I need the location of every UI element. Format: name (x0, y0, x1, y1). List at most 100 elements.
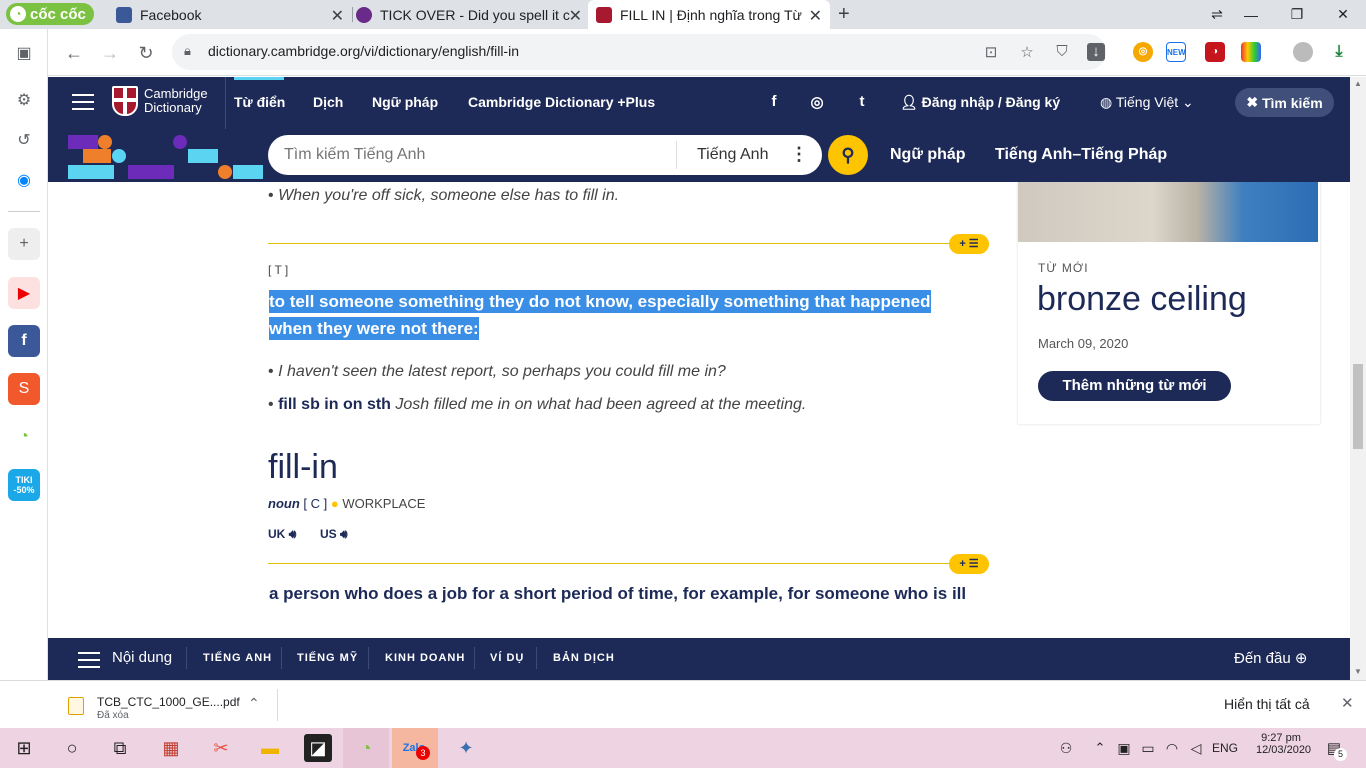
twitter-icon[interactable]: t (853, 93, 871, 110)
people-icon[interactable]: ⚇ (1052, 734, 1080, 762)
scrollbar-thumb[interactable] (1353, 364, 1363, 449)
input-language[interactable]: ENG (1212, 741, 1238, 755)
sticky-notes-icon[interactable]: ◪ (304, 734, 332, 762)
close-tab-icon[interactable]: ✕ (331, 6, 344, 26)
app-star-icon[interactable]: ✦ (452, 734, 480, 762)
new-word[interactable]: bronze ceiling (1037, 280, 1247, 319)
close-window-button[interactable]: ✕ (1320, 0, 1366, 29)
login-link[interactable]: 👤︎ Đăng nhập / Đăng ký (900, 94, 1060, 111)
nav-plus[interactable]: Cambridge Dictionary +Plus (468, 94, 655, 110)
extension-color-icon[interactable] (1241, 42, 1261, 62)
profile-avatar[interactable] (1293, 42, 1313, 62)
facebook-icon (116, 6, 132, 23)
speaker-icon[interactable]: 🔊︎ (340, 527, 348, 541)
nav-grammar[interactable]: Ngữ pháp (372, 94, 438, 110)
close-icon: ✖ (1246, 94, 1262, 110)
uk-pronunciation[interactable]: UK 🔊︎ (268, 527, 296, 542)
nav-examples[interactable]: VÍ DỤ (490, 652, 524, 664)
add-icon[interactable]: + (8, 228, 40, 260)
messenger-icon[interactable]: ◉ (8, 164, 40, 196)
nav-american[interactable]: TIẾNG MỸ (297, 652, 358, 664)
chevron-up-icon[interactable]: ⌃ (248, 695, 260, 712)
youtube-icon[interactable]: ▶ (8, 277, 40, 309)
menu-icon[interactable] (72, 94, 94, 110)
volume-icon[interactable]: ◁ (1182, 734, 1210, 762)
nav-translations[interactable]: BẢN DỊCH (553, 652, 615, 664)
coccoc-logo[interactable]: ◔ cốc cốc (6, 3, 94, 25)
sidebar-toggle-icon[interactable]: ▣ (8, 37, 40, 69)
facebook-icon[interactable]: f (8, 325, 40, 357)
cortana-search-icon[interactable]: ○ (58, 734, 86, 762)
app-snip-icon[interactable]: ✂ (207, 734, 235, 762)
search-header: Tiếng Anh ⋮ ⚲ Ngữ pháp Tiếng Anh–Tiếng P… (48, 129, 1350, 182)
browser-toolbar: ← → ↻ 🔒︎ dictionary.cambridge.org/vi/dic… (48, 29, 1366, 76)
file-explorer-icon[interactable]: ▬ (256, 734, 284, 762)
page-scrollbar[interactable]: ▲ ▼ (1350, 77, 1366, 680)
definition: a person who does a job for a short peri… (269, 584, 967, 603)
nav-translate[interactable]: Dịch (313, 94, 343, 110)
more-new-words-button[interactable]: Thêm những từ mới (1038, 371, 1231, 401)
close-tab-icon[interactable]: ✕ (569, 6, 582, 26)
dictionary-entry: • When you're off sick, someone else has… (48, 182, 1350, 638)
shield-icon[interactable]: ⛉ (1053, 43, 1071, 61)
subnav-english-french[interactable]: Tiếng Anh–Tiếng Pháp (995, 146, 1167, 164)
extension-new-icon[interactable]: NEW (1166, 42, 1186, 62)
coccoc-taskbar-icon[interactable]: ◔ (352, 734, 380, 762)
translate-icon[interactable]: ⊡ (982, 43, 1000, 61)
search-toggle-button[interactable]: ✖ Tìm kiếm (1235, 88, 1334, 117)
maximize-button[interactable]: ❐ (1274, 0, 1320, 29)
us-pronunciation[interactable]: US 🔊︎ (320, 527, 348, 542)
extension-red-icon[interactable]: ◑ (1205, 42, 1225, 62)
nav-business[interactable]: KINH DOANH (385, 652, 465, 664)
close-tab-icon[interactable]: ✕ (809, 6, 822, 26)
tiki-icon[interactable]: TIKI -50% (8, 469, 40, 501)
forward-button[interactable]: → (98, 41, 122, 65)
back-button[interactable]: ← (62, 41, 86, 65)
user-icon: 👤︎ (900, 94, 922, 110)
tab-fill-in[interactable]: FILL IN | Định nghĩa trong Từ ✕ (588, 0, 830, 29)
scroll-down-icon[interactable]: ▼ (1354, 667, 1362, 676)
tab-facebook[interactable]: Facebook ✕ (108, 0, 352, 29)
new-tab-button[interactable]: + (838, 3, 850, 26)
language-select[interactable]: ◍ Tiếng Việt ⌄ (1100, 94, 1194, 111)
add-to-list-button[interactable]: + ☰ (949, 234, 989, 254)
speaker-icon[interactable]: 🔊︎ (289, 527, 297, 541)
shopee-icon[interactable]: S (8, 373, 40, 405)
add-to-list-button[interactable]: + ☰ (949, 554, 989, 574)
address-bar[interactable]: 🔒︎ dictionary.cambridge.org/vi/dictionar… (172, 34, 1106, 70)
extension-chrome-icon[interactable]: ◎ (1133, 42, 1153, 62)
windows-start-icon[interactable]: ⊞ (10, 734, 38, 762)
coccoc-icon: ◔ (10, 6, 26, 22)
task-view-icon[interactable]: ⧉ (106, 734, 134, 762)
menu-icon[interactable] (78, 652, 100, 668)
history-icon[interactable]: ↺ (8, 124, 40, 156)
download-filename[interactable]: TCB_CTC_1000_GE....pdf (97, 695, 240, 709)
search-submit-button[interactable]: ⚲ (828, 135, 868, 175)
nav-dictionary[interactable]: Từ điển (234, 94, 285, 110)
url-text[interactable]: dictionary.cambridge.org/vi/dictionary/e… (208, 43, 519, 59)
search-language[interactable]: Tiếng Anh (697, 146, 768, 164)
show-all-downloads[interactable]: Hiển thị tất cả (1224, 696, 1310, 712)
close-shelf-icon[interactable]: ✕ (1341, 694, 1354, 712)
cambridge-logo[interactable]: Cambridge Dictionary (112, 86, 208, 116)
tab-tick-over[interactable]: TICK OVER - Did you spell it c ✕ (348, 0, 590, 29)
coccoc-icon[interactable]: ◔ (8, 421, 40, 453)
settings-icon[interactable]: ⚙ (8, 84, 40, 116)
facebook-icon[interactable]: f (765, 93, 783, 110)
back-to-top-link[interactable]: Đến đầu ⊕ (1234, 649, 1307, 667)
downloads-icon[interactable]: ⤓ (1329, 42, 1349, 62)
clock[interactable]: 9:27 pm 12/03/2020 (1256, 732, 1311, 756)
contents-label[interactable]: Nội dung (112, 649, 172, 666)
instagram-icon[interactable]: ◎ (808, 93, 826, 111)
search-input[interactable] (284, 146, 674, 164)
scroll-up-icon[interactable]: ▲ (1354, 79, 1362, 88)
arrow-up-icon: ⊕ (1294, 650, 1308, 667)
subnav-grammar[interactable]: Ngữ pháp (890, 146, 966, 164)
reload-button[interactable]: ↻ (134, 41, 158, 65)
bookmark-star-icon[interactable]: ☆ (1018, 43, 1036, 61)
download-page-icon[interactable]: ↓ (1087, 43, 1105, 61)
app-grid-icon[interactable]: ▦ (157, 734, 185, 762)
minimize-button[interactable]: — (1228, 0, 1274, 29)
more-options-icon[interactable]: ⋮ (790, 144, 808, 165)
nav-english[interactable]: TIẾNG ANH (203, 652, 272, 664)
